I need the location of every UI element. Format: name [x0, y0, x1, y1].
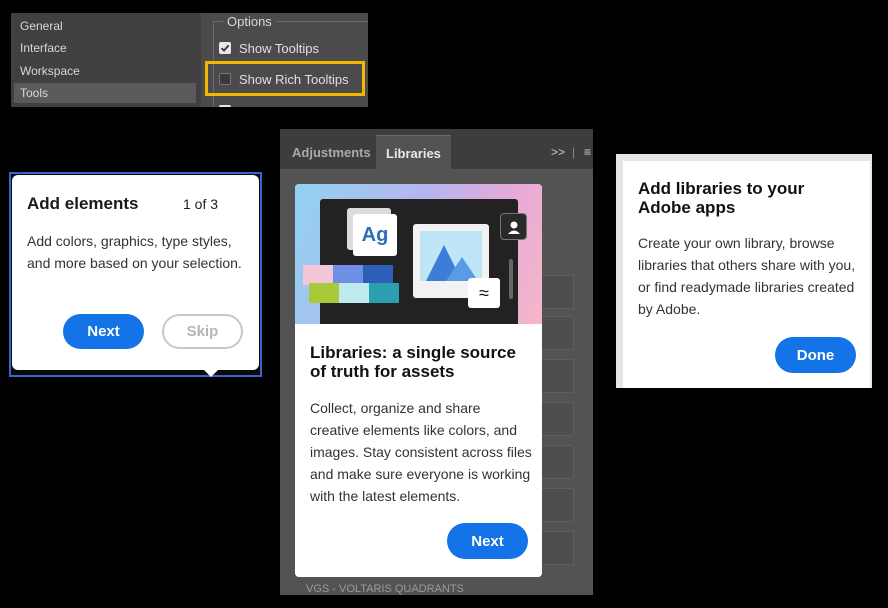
next-button[interactable]: Next [63, 314, 144, 349]
creative-cloud-user-icon [500, 213, 527, 240]
card-hero-illustration: Ag ≈ [295, 184, 542, 324]
tooltip-body: Add colors, graphics, type styles, and m… [27, 233, 242, 271]
sidebar-item-workspace[interactable]: Workspace [14, 61, 196, 81]
mountain-icon [426, 245, 478, 281]
show-tooltips-label: Show Tooltips [239, 40, 319, 56]
illustration-scrollbar [509, 259, 513, 299]
checkmark-icon [220, 44, 230, 52]
add-libraries-tooltip: Add libraries to your Adobe apps Create … [623, 161, 870, 388]
next-button[interactable]: Next [447, 523, 528, 559]
color-swatch [339, 283, 369, 303]
show-tooltips-row[interactable]: Show Tooltips [219, 38, 319, 58]
show-tooltips-checkbox[interactable] [219, 42, 231, 54]
done-button[interactable]: Done [775, 337, 856, 373]
card-title: Libraries: a single source of truth for … [310, 343, 516, 381]
sidebar-item-general[interactable]: General [14, 16, 196, 36]
sidebar-item-interface[interactable]: Interface [14, 38, 196, 58]
cut-off-option-row [219, 101, 239, 107]
color-swatch [303, 265, 333, 285]
character-style-icon: Ag [353, 214, 397, 256]
libraries-onboarding-card: Ag ≈ Libraries: a single source of truth… [295, 184, 542, 577]
tab-divider: | [572, 145, 576, 159]
double-chevron-right-icon[interactable]: >> [551, 145, 565, 159]
skip-button[interactable]: Skip [162, 314, 243, 349]
brush-icon: ≈ [468, 278, 500, 308]
color-swatch [363, 265, 393, 285]
color-swatch [369, 283, 399, 303]
panel-tab-bar: Adjustments Libraries >> | ≡ [280, 129, 593, 170]
tooltip-title: Add libraries to your Adobe apps [638, 179, 805, 217]
step-counter: 1 of 3 [183, 196, 219, 212]
tooltip-pointer [202, 368, 220, 377]
add-elements-tooltip: Add elements 1 of 3 Add colors, graphics… [12, 175, 259, 377]
sidebar-item-tools[interactable]: Tools [14, 83, 196, 103]
library-name-text: VGS - VOLTARIS QUADRANTS [306, 583, 464, 595]
tooltip-title: Add elements [27, 194, 139, 213]
rich-tooltips-highlight [205, 61, 365, 96]
card-body: Collect, organize and share creative ele… [310, 400, 532, 504]
color-swatch [333, 265, 363, 285]
tab-adjustments[interactable]: Adjustments [282, 135, 381, 169]
tab-libraries[interactable]: Libraries [376, 135, 451, 170]
cut-off-checkbox [219, 105, 231, 107]
tooltip-body: Create your own library, browse librarie… [638, 235, 856, 317]
color-swatch [309, 283, 339, 303]
hamburger-menu-icon[interactable]: ≡ [584, 145, 591, 159]
preferences-sidebar: General Interface Workspace Tools [11, 13, 201, 107]
options-legend: Options [223, 14, 276, 29]
